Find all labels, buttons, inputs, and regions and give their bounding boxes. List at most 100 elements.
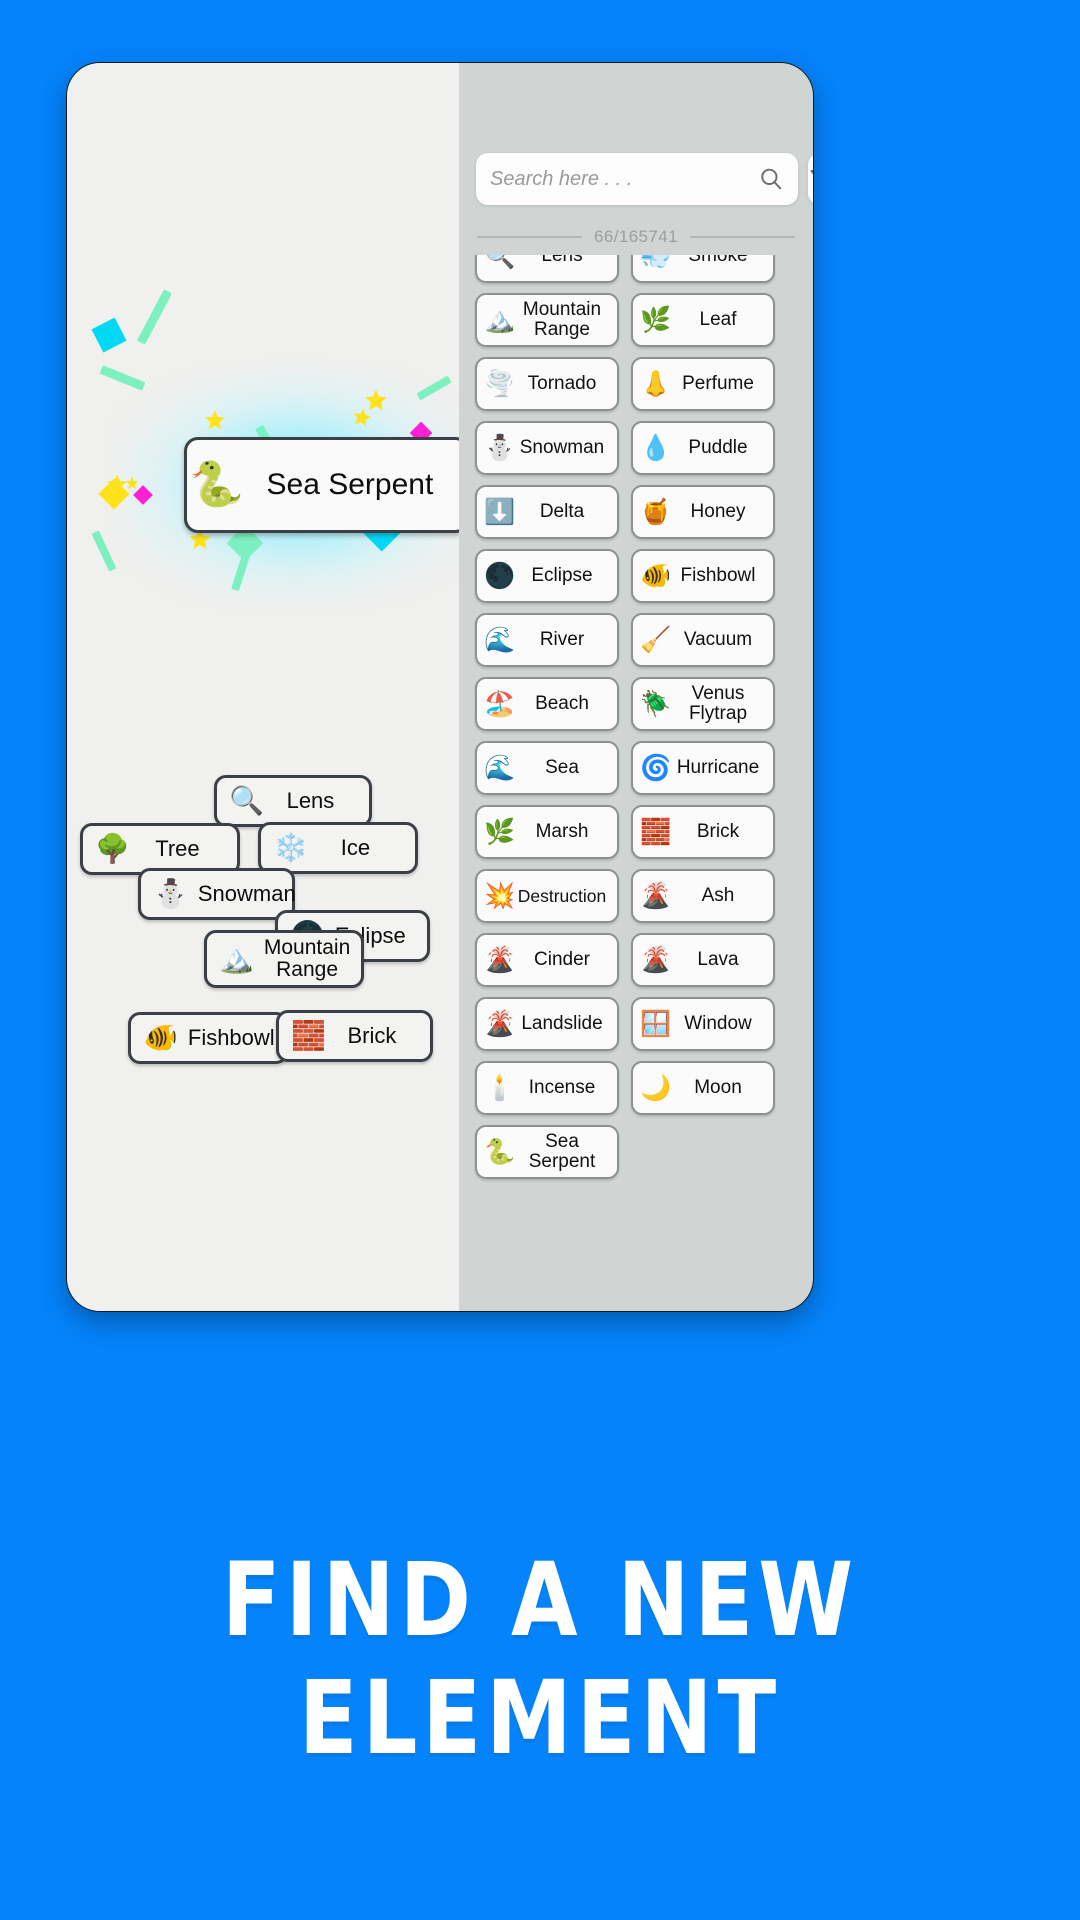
element-list-item[interactable]: 🌀 Hurricane [631, 741, 775, 795]
element-list: 🔍 Lens 💨 Smoke 🏔️ Mountain Range 🌿 Leaf 🌪️ Tornad… [459, 255, 813, 1179]
search-input[interactable] [490, 167, 758, 191]
volcano-icon: 🌋 [484, 1009, 516, 1038]
element-list-item-label: Brick [696, 821, 740, 843]
nose-icon: 👃 [640, 369, 672, 398]
element-list-item[interactable]: 🏖️ Beach [475, 677, 619, 731]
element-list-item-label: Destruction [517, 885, 607, 906]
canvas-element-tile[interactable]: 🐠 Fishbowl [128, 1012, 288, 1064]
beach-icon: 🏖️ [484, 689, 516, 718]
brick-icon: 🧱 [640, 817, 672, 846]
search-box[interactable] [476, 153, 798, 205]
element-list-item[interactable]: 🐠 Fishbowl [631, 549, 775, 603]
element-list-item[interactable]: 🧹 Vacuum [631, 613, 775, 667]
mountain-icon: 🏔️ [219, 943, 254, 974]
down-arrow-icon: ⬇️ [484, 497, 516, 526]
element-list-item-label: Tornado [527, 373, 597, 395]
element-list-item[interactable]: 🌋 Cinder [475, 933, 619, 987]
snake-icon: 🐍 [484, 1137, 516, 1166]
volcano-icon: 🌋 [640, 881, 672, 910]
element-list-item-label: Leaf [699, 309, 737, 331]
element-list-item[interactable]: 💥 Destruction [475, 869, 619, 923]
workspace-canvas[interactable]: 🐍 Sea Serpent 🔍Lens🌳Tree❄️Ice⛄Snowman🌑Ec… [67, 63, 459, 1311]
filter-button[interactable] [808, 153, 813, 205]
element-list-item-label: Eclipse [531, 565, 593, 587]
element-list-item[interactable]: 🌊 Sea [475, 741, 619, 795]
herb-icon: 🌿 [484, 817, 516, 846]
confetti-diamond [98, 478, 130, 510]
elements-panel: 66/165741 🔍 Lens 💨 Smoke 🏔️Mountain Range 🌿 Le… [459, 63, 813, 1311]
phone-frame: 🐍 Sea Serpent 🔍Lens 🌳 Tree ❄️Ice ⛄ Snowman 🌑Ec… [66, 62, 814, 1312]
element-list-item[interactable]: 🌪️ Tornado [475, 357, 619, 411]
canvas-element-tile[interactable]: 🏔️ Mountain Range [204, 930, 364, 988]
element-list-item[interactable]: 🧱 Brick [631, 805, 775, 859]
element-list-item[interactable]: ⛄ Snowman [475, 421, 619, 475]
canvas-element-tile-label: Lens [286, 788, 335, 814]
element-list-item-label: River [539, 629, 585, 651]
confetti-shard [231, 544, 253, 592]
broom-icon: 🧹 [640, 625, 672, 654]
confetti-star [125, 476, 139, 490]
snake-icon: 🐍 [189, 460, 244, 509]
element-list-item-label: Moon [694, 1077, 742, 1099]
search-row [476, 153, 813, 205]
canvas-element-tile-label: Snowman [197, 881, 296, 907]
element-list-item[interactable]: 🍯 Honey [631, 485, 775, 539]
element-list-item-label: Ash [701, 885, 735, 907]
tornado-icon: 🌪️ [484, 369, 516, 398]
wave-icon: 🌊 [484, 753, 516, 782]
canvas-element-tile-label: Tree [155, 836, 200, 862]
canvas-element-tile[interactable]: ⛄ Snowman [138, 868, 296, 920]
element-list-item[interactable]: 🌋 Ash [631, 869, 775, 923]
element-list-item[interactable]: ⬇️ Delta [475, 485, 619, 539]
element-list-item[interactable]: 🌊 River [475, 613, 619, 667]
canvas-element-tile-label: Fishbowl [187, 1025, 275, 1051]
counter-rule-left [477, 236, 583, 238]
tree-icon: 🌳 [95, 833, 130, 864]
element-list-item[interactable]: 🌑 Eclipse [475, 549, 619, 603]
canvas-element-tile[interactable]: 🧱 Brick [276, 1010, 433, 1062]
element-list-item[interactable]: 🪟 Window [631, 997, 775, 1051]
element-list-item[interactable]: 🕯️ Incense [475, 1061, 619, 1115]
element-list-item[interactable]: 🌋 Landslide [475, 997, 619, 1051]
snowman-icon: ⛄ [153, 878, 188, 909]
element-list-item[interactable]: 💧 Puddle [631, 421, 775, 475]
counter-rule-right [689, 236, 795, 238]
confetti-star [364, 388, 388, 412]
element-list-item-label: Lens [541, 255, 583, 267]
collision-icon: 💥 [484, 881, 516, 910]
element-list-item-label: Incense [528, 1077, 596, 1099]
confetti-star [350, 405, 374, 429]
element-list-item-label: Landslide [521, 1013, 603, 1035]
promo-banner-text: FIND A NEW ELEMENT [221, 1542, 859, 1778]
beetle-icon: 🪲 [640, 689, 672, 718]
element-list-item[interactable]: 🔍 Lens [475, 255, 619, 283]
element-list-item[interactable]: 🌋 Lava [631, 933, 775, 987]
element-list-item[interactable]: 🪲 Venus Flytrap [631, 677, 775, 731]
snowflake-icon: ❄️ [273, 832, 308, 863]
element-list-scroll[interactable]: 🔍 Lens 💨 Smoke 🏔️ Mountain Range 🌿 Leaf 🌪️ Tornad… [459, 255, 813, 1311]
fish-icon: 🐠 [640, 561, 672, 590]
volcano-icon: 🌋 [484, 945, 516, 974]
search-icon[interactable] [758, 166, 784, 192]
canvas-element-tile[interactable]: ❄️ Ice [258, 822, 418, 874]
herb-icon: 🌿 [640, 305, 672, 334]
promo-banner: FIND A NEW ELEMENT [0, 1542, 1080, 1778]
discovery-counter: 66/165741 [594, 227, 678, 246]
crescent-moon-icon: 🌙 [640, 1073, 672, 1102]
element-list-item[interactable]: 👃 Perfume [631, 357, 775, 411]
element-list-item-label: Honey [690, 501, 746, 523]
confetti-star [204, 409, 226, 431]
canvas-element-tile-label: Mountain Range [263, 935, 351, 981]
element-list-item[interactable]: 🌿 Marsh [475, 805, 619, 859]
element-list-item[interactable]: 🌿 Leaf [631, 293, 775, 347]
element-list-item[interactable]: 💨 Smoke [631, 255, 775, 283]
canvas-element-tile[interactable]: 🔍 Lens [214, 775, 372, 827]
element-list-item[interactable]: 🏔️ Mountain Range [475, 293, 619, 347]
discovered-element-card[interactable]: 🐍 Sea Serpent [184, 437, 459, 533]
element-list-item[interactable]: 🌙 Moon [631, 1061, 775, 1115]
dash-icon: 💨 [640, 255, 672, 270]
element-list-item[interactable]: 🐍 Sea Serpent [475, 1125, 619, 1179]
confetti-shard [416, 375, 452, 401]
element-list-item-label: Lava [697, 949, 739, 971]
confetti-shard [136, 289, 173, 345]
